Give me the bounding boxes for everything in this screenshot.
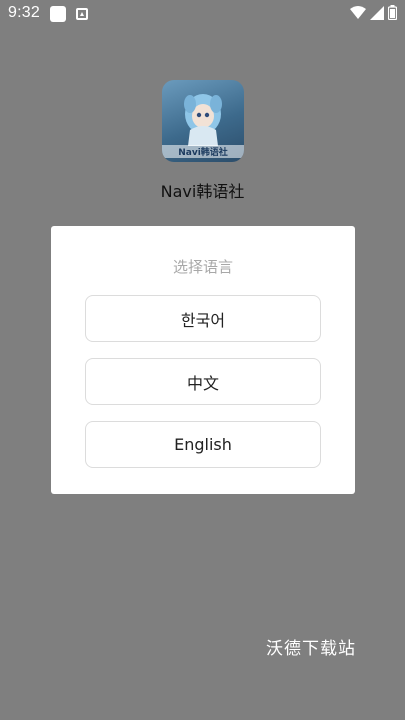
- app-name: Navi韩语社: [160, 182, 245, 201]
- logo-caption: Navi韩语社: [162, 145, 244, 158]
- wifi-icon: [350, 6, 366, 19]
- status-bar: 9:32: [0, 0, 405, 28]
- signal-icon: [370, 6, 384, 20]
- a-notification-icon: [76, 8, 88, 20]
- notification-icons: [50, 6, 88, 22]
- language-option-korean[interactable]: 한국어: [85, 295, 321, 342]
- status-time: 9:32: [8, 4, 40, 21]
- watermark: 沃德下载站: [266, 639, 356, 659]
- dialog-title: 选择语言: [172, 258, 233, 276]
- language-option-english[interactable]: English: [85, 421, 321, 468]
- language-option-chinese[interactable]: 中文: [85, 358, 321, 405]
- language-dialog: 选择语言 한국어 中文 English: [51, 226, 355, 494]
- app-logo: Navi韩语社: [162, 80, 244, 162]
- system-icons: [350, 5, 397, 20]
- square-notification-icon: [50, 6, 66, 22]
- battery-icon: [388, 5, 397, 20]
